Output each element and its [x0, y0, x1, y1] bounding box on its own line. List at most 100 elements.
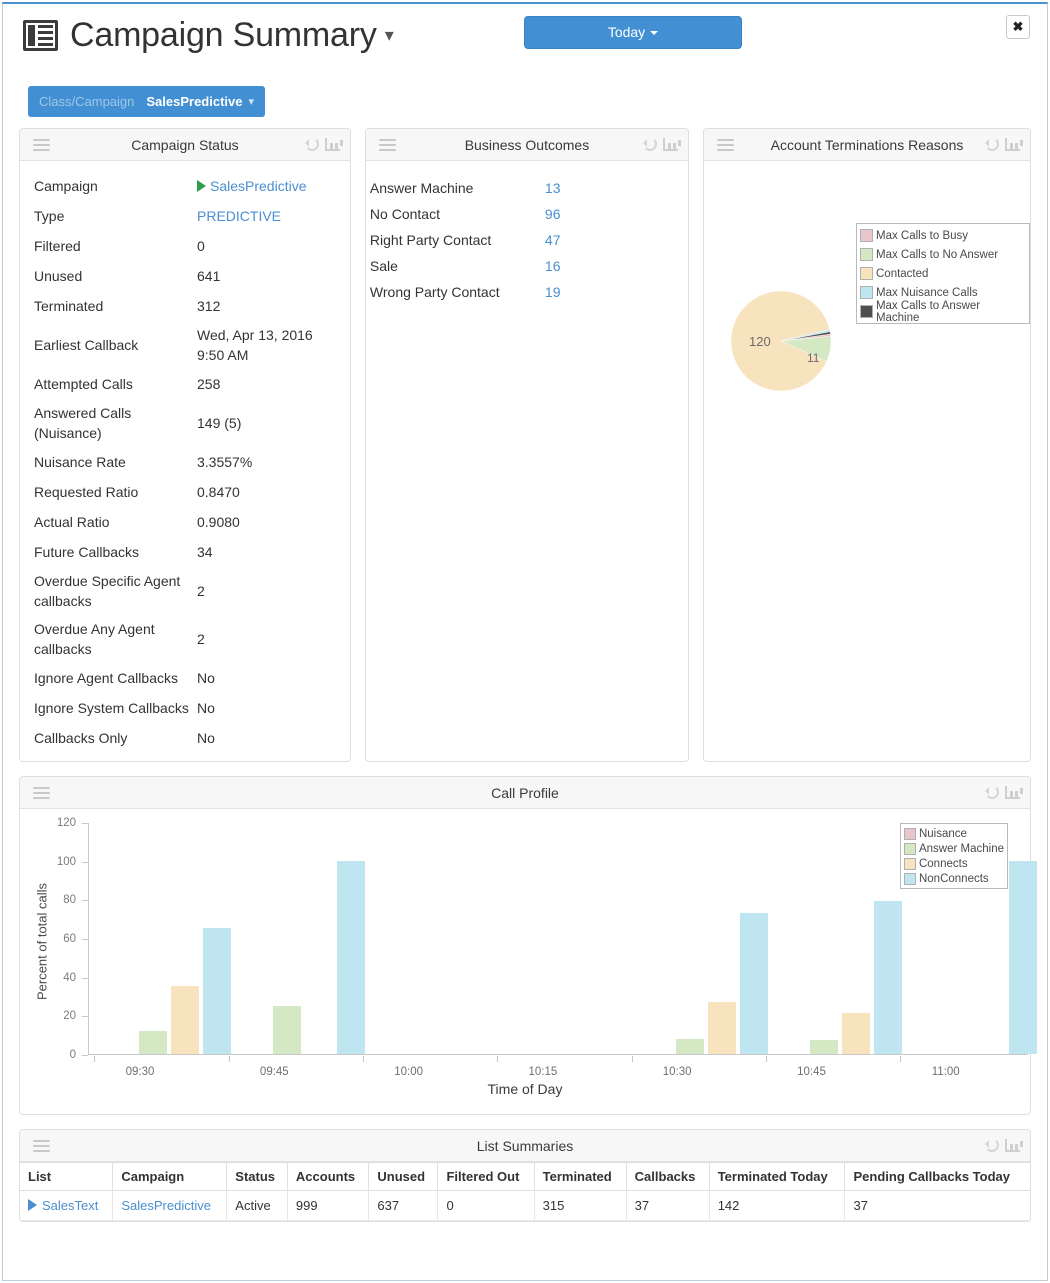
hamburger-icon[interactable] — [33, 1140, 50, 1152]
campaign-status-value: 34 — [197, 544, 213, 560]
campaign-status-value[interactable]: PREDICTIVE — [197, 206, 336, 226]
legend-item[interactable]: Connects — [903, 856, 1004, 871]
business-outcome-count[interactable]: 47 — [545, 232, 561, 248]
business-outcome-count[interactable]: 96 — [545, 206, 561, 222]
y-axis-tick-label: 40 — [63, 971, 76, 984]
bar[interactable] — [708, 1001, 737, 1054]
list-link[interactable]: SalesText — [42, 1198, 98, 1213]
campaign-status-value: No — [197, 730, 215, 746]
table-column-header[interactable]: Terminated — [534, 1162, 627, 1191]
legend-item[interactable]: Max Calls to Busy — [860, 226, 1026, 245]
business-outcome-count[interactable]: 19 — [545, 284, 561, 300]
page-title-dropdown-caret[interactable]: ▾ — [385, 16, 394, 54]
call-profile-chart: Percent of total calls 0 20 40 60 80 100 120 0… — [20, 809, 1037, 1114]
legend-item[interactable]: Answer Machine — [903, 841, 1004, 856]
hamburger-icon[interactable] — [717, 139, 734, 151]
business-outcome-row: Wrong Party Contact 19 — [366, 279, 688, 305]
campaign-status-key: Unused — [34, 268, 83, 284]
legend-item[interactable]: NonConnects — [903, 871, 1004, 886]
campaign-status-row: Filtered 0 — [20, 231, 350, 261]
class-campaign-filter[interactable]: Class/Campaign SalesPredictive ▾ — [28, 86, 266, 117]
campaign-status-value[interactable]: SalesPredictive — [197, 176, 336, 196]
refresh-icon[interactable] — [304, 137, 319, 151]
campaign-status-key: Actual Ratio — [34, 514, 110, 530]
campaign-status-value: 258 — [197, 376, 221, 392]
campaign-name-cell[interactable]: SalesPredictive — [112, 1190, 228, 1221]
panel-row-top: Campaign Status Campaign SalesPredictive T… — [3, 128, 1047, 762]
campaign-status-value: No — [197, 670, 215, 686]
table-column-header[interactable]: Callbacks — [626, 1162, 710, 1191]
table-row: SalesText SalesPredictive Active 999 637 0 315… — [20, 1190, 1030, 1221]
table-cell-status: Active — [226, 1190, 288, 1221]
bar[interactable] — [273, 1005, 302, 1054]
table-column-header[interactable]: Campaign — [112, 1162, 228, 1191]
filter-caret-icon: ▾ — [248, 96, 255, 108]
legend-swatch-icon — [860, 248, 873, 261]
legend-item[interactable]: Contacted — [860, 264, 1026, 283]
x-axis-tick-mark — [900, 1056, 902, 1062]
campaign-status-row: Overdue Any Agent callbacks 2 — [20, 615, 350, 663]
bar-chart-icon[interactable] — [1005, 785, 1020, 799]
campaign-link[interactable]: SalesPredictive — [210, 178, 307, 194]
table-column-header[interactable]: Pending Callbacks Today — [844, 1162, 1030, 1191]
legend-item[interactable]: Max Calls to Answer Machine — [860, 299, 1026, 324]
table-column-header[interactable]: Status — [226, 1162, 288, 1191]
legend-item[interactable]: Nuisance — [903, 826, 1004, 841]
business-outcomes-panel: Business Outcomes Answer Machine 13 No Con… — [364, 128, 689, 762]
x-axis-title: Time of Day — [487, 1081, 563, 1097]
campaign-status-list: Campaign SalesPredictive Type PREDICTIVE Fil… — [20, 161, 350, 761]
table-column-header[interactable]: List — [20, 1162, 114, 1191]
type-link[interactable]: PREDICTIVE — [197, 208, 281, 224]
refresh-icon[interactable] — [985, 1138, 999, 1152]
refresh-icon[interactable] — [985, 785, 999, 799]
play-icon — [28, 1199, 37, 1211]
hamburger-icon[interactable] — [33, 139, 50, 151]
bar[interactable] — [139, 1030, 167, 1054]
table-cell-filtered-out: 0 — [437, 1190, 535, 1221]
table-column-header[interactable]: Unused — [368, 1162, 439, 1191]
bar-chart-icon[interactable] — [1005, 1138, 1020, 1152]
table-column-header[interactable]: Filtered Out — [437, 1162, 535, 1191]
bar-chart-icon[interactable] — [1005, 137, 1020, 151]
business-outcome-count[interactable]: 13 — [545, 180, 561, 196]
campaign-link[interactable]: SalesPredictive — [121, 1198, 211, 1213]
legend-item[interactable]: Max Calls to No Answer — [860, 245, 1026, 264]
bar[interactable] — [1008, 860, 1037, 1054]
campaign-status-value: No — [197, 700, 215, 716]
business-outcome-row: No Contact 96 — [366, 201, 688, 227]
window-header: Campaign Summary ▾ Today ✖ — [3, 4, 1047, 76]
bar[interactable] — [874, 901, 903, 1054]
bar[interactable] — [740, 912, 769, 1054]
call-profile-panel: Call Profile Percent of total calls 0 20 4… — [19, 776, 1037, 1115]
bar[interactable] — [171, 986, 199, 1054]
business-outcome-label: Right Party Contact — [369, 232, 492, 248]
bar-chart-icon[interactable] — [663, 137, 678, 151]
x-axis-tick-mark — [497, 1056, 499, 1062]
hamburger-icon[interactable] — [33, 787, 50, 799]
legend-label: Max Calls to Answer Machine — [875, 299, 981, 324]
table-cell-accounts: 999 — [287, 1190, 370, 1221]
campaign-status-key: Overdue Any Agent callbacks — [34, 621, 155, 657]
today-dropdown-button[interactable]: Today — [524, 16, 742, 49]
business-outcome-row: Answer Machine 13 — [366, 175, 688, 201]
table-column-header[interactable]: Accounts — [287, 1162, 370, 1191]
bar[interactable] — [337, 860, 366, 1054]
business-outcomes-tools — [643, 137, 678, 151]
campaign-status-row: Campaign SalesPredictive — [20, 171, 350, 201]
bar[interactable] — [203, 928, 231, 1054]
x-axis-tick-label: 10:15 — [528, 1066, 558, 1078]
hamburger-icon[interactable] — [378, 139, 396, 151]
bar[interactable] — [810, 1040, 839, 1054]
page-title-group: Campaign Summary ▾ — [23, 16, 394, 54]
refresh-icon[interactable] — [985, 137, 999, 151]
bar[interactable] — [676, 1038, 705, 1054]
list-summaries-table: List Campaign Status Accounts Unused Filtered… — [20, 1162, 1030, 1221]
close-button[interactable]: ✖ — [1006, 15, 1030, 39]
bar[interactable] — [842, 1013, 871, 1054]
business-outcome-count[interactable]: 16 — [545, 258, 561, 274]
refresh-icon[interactable] — [643, 137, 657, 151]
bar-chart-icon[interactable] — [324, 137, 340, 151]
list-summaries-header: List Summaries — [20, 1130, 1030, 1162]
list-name-cell[interactable]: SalesText — [20, 1190, 114, 1221]
table-column-header[interactable]: Terminated Today — [709, 1162, 846, 1191]
